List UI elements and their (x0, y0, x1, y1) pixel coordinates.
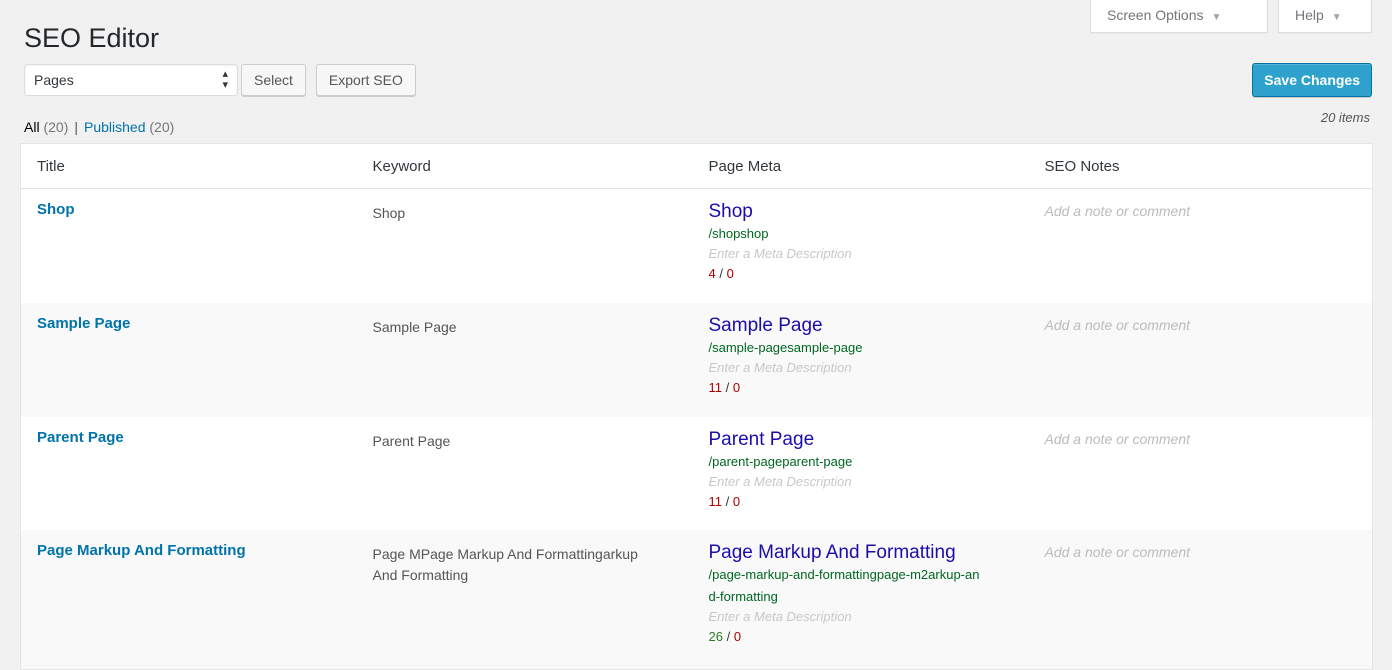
meta-title-field[interactable]: Sample Page (709, 315, 1029, 337)
meta-length-counter: 4 / 0 (709, 263, 1029, 285)
view-separator: | (74, 119, 78, 135)
title-length: 4 (708, 266, 716, 281)
help-label: Help (1295, 7, 1324, 23)
select-button[interactable]: Select (241, 64, 306, 96)
screen-options-label: Screen Options (1107, 7, 1204, 23)
column-header-seo-notes: SEO Notes (1028, 143, 1373, 189)
meta-url-field[interactable]: /sample-pagesample-page (709, 337, 1029, 359)
keyword-cell[interactable]: Parent Page (356, 416, 693, 530)
page-meta-cell: Shop /shopshop Enter a Meta Description … (692, 188, 1029, 303)
meta-title-field[interactable]: Shop (709, 201, 1029, 223)
meta-title-field[interactable]: Parent Page (709, 429, 1029, 451)
title-length: 11 (708, 379, 723, 395)
table-row: Page Markup And Formatting Page MPage Ma… (20, 529, 1373, 670)
view-all-label: All (24, 119, 40, 135)
toolbar: Pages ▴ ▾ Select Export SEO (24, 64, 416, 96)
table-row: Sample Page Sample Page Sample Page /sam… (20, 302, 1373, 417)
dropdown-arrow-icon: ▼ (1331, 12, 1342, 23)
seo-notes-field[interactable]: Add a note or comment (1045, 431, 1373, 447)
page-meta-cell: Sample Page /sample-pagesample-page Ente… (692, 302, 1029, 417)
row-title-link[interactable]: Parent Page (37, 429, 124, 446)
column-header-title: Title (20, 143, 357, 189)
keyword-value: Parent Page (372, 432, 451, 449)
description-length: 0 (732, 379, 741, 395)
save-changes-button[interactable]: Save Changes (1252, 63, 1372, 97)
keyword-value: Page MPage Markup And Formattingarkup An… (372, 545, 638, 583)
post-type-select-value: Pages (34, 72, 74, 88)
title-cell: Parent Page (20, 416, 357, 530)
post-type-select[interactable]: Pages ▴ ▾ (24, 64, 238, 96)
screen-options-button[interactable]: Screen Options ▼ (1090, 0, 1268, 33)
item-count: 20 items (1320, 110, 1370, 125)
column-header-keyword: Keyword (356, 143, 693, 189)
view-published-count: (20) (149, 119, 175, 135)
row-title-link[interactable]: Page Markup And Formatting (37, 542, 246, 559)
keyword-value: Sample Page (372, 318, 457, 335)
view-published-label: Published (84, 119, 146, 135)
description-length: 0 (733, 628, 742, 644)
seo-notes-field[interactable]: Add a note or comment (1045, 544, 1373, 560)
seo-table: Title Keyword Page Meta SEO Notes Shop S… (20, 143, 1373, 670)
meta-url-field[interactable]: /page-markup-and-formattingpage-m2arkup-… (709, 564, 981, 608)
page-meta-cell: Parent Page /parent-pageparent-page Ente… (692, 416, 1029, 530)
seo-notes-cell: Add a note or comment (1028, 188, 1373, 303)
seo-notes-cell: Add a note or comment (1028, 416, 1373, 530)
page-title: SEO Editor (24, 23, 160, 53)
length-separator: / (725, 493, 730, 509)
row-title-link[interactable]: Shop (37, 201, 75, 218)
length-separator: / (725, 379, 730, 395)
select-updown-icon: ▴ ▾ (222, 68, 228, 91)
title-length: 11 (708, 493, 723, 509)
row-title-link[interactable]: Sample Page (37, 315, 130, 332)
meta-description-field[interactable]: Enter a Meta Description (709, 359, 1029, 377)
length-separator: / (719, 266, 723, 281)
meta-url-field[interactable]: /shopshop (709, 223, 1029, 245)
dropdown-arrow-icon: ▼ (1211, 12, 1222, 23)
view-filters: All (20) | Published (20) (24, 119, 174, 135)
meta-title-field[interactable]: Page Markup And Formatting (709, 542, 1029, 564)
meta-length-counter: 11 / 0 (709, 491, 1029, 513)
view-all-count: (20) (43, 119, 69, 135)
page-meta-cell: Page Markup And Formatting /page-markup-… (692, 529, 1029, 670)
title-cell: Shop (20, 188, 357, 303)
help-button[interactable]: Help ▼ (1278, 0, 1372, 33)
view-all-link[interactable]: All (20) (24, 119, 68, 135)
keyword-cell[interactable]: Shop (356, 188, 693, 303)
column-header-page-meta: Page Meta (692, 143, 1029, 189)
title-length: 26 (708, 628, 723, 644)
seo-notes-field[interactable]: Add a note or comment (1045, 317, 1373, 333)
seo-notes-cell: Add a note or comment (1028, 302, 1373, 417)
title-cell: Sample Page (20, 302, 357, 417)
seo-notes-field[interactable]: Add a note or comment (1045, 203, 1373, 219)
screen-meta-links: Screen Options ▼ Help ▼ (1090, 0, 1372, 33)
export-seo-button[interactable]: Export SEO (315, 64, 416, 96)
description-length: 0 (732, 493, 741, 509)
length-separator: / (726, 628, 731, 644)
keyword-cell[interactable]: Page MPage Markup And Formattingarkup An… (356, 529, 693, 670)
meta-url-field[interactable]: /parent-pageparent-page (709, 451, 1029, 473)
meta-description-field[interactable]: Enter a Meta Description (709, 608, 1029, 626)
seo-notes-cell: Add a note or comment (1028, 529, 1373, 670)
view-published-link[interactable]: Published (20) (84, 119, 174, 135)
table-header-row: Title Keyword Page Meta SEO Notes (20, 143, 1373, 189)
meta-length-counter: 11 / 0 (709, 377, 1029, 399)
meta-length-counter: 26 / 0 (709, 626, 1029, 648)
keyword-cell[interactable]: Sample Page (356, 302, 693, 417)
meta-description-field[interactable]: Enter a Meta Description (709, 473, 1029, 491)
table-row: Shop Shop Shop /shopshop Enter a Meta De… (20, 188, 1373, 303)
meta-description-field[interactable]: Enter a Meta Description (709, 245, 1029, 263)
keyword-value: Shop (372, 205, 406, 221)
description-length: 0 (726, 266, 734, 281)
table-row: Parent Page Parent Page Parent Page /par… (20, 416, 1373, 530)
title-cell: Page Markup And Formatting (20, 529, 357, 670)
